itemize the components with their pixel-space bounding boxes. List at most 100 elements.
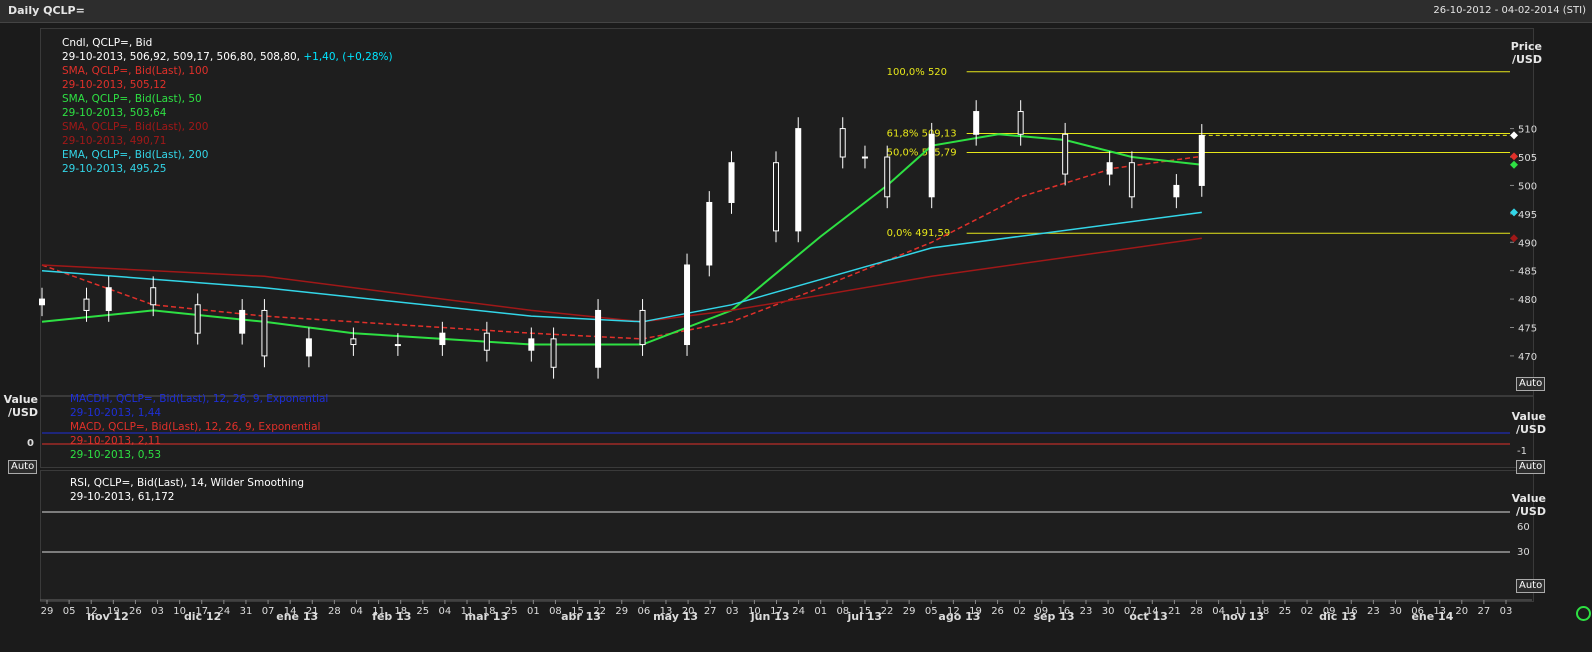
x-month-label: ene 13 [276,610,318,623]
macd-legend-line-4: 29-10-2013, 0,53 [70,448,328,462]
rsi-tick-30: 30 [1517,547,1530,558]
x-tick-label: 28 [1190,606,1203,617]
candle-body [728,162,735,203]
x-month-label: ago 13 [938,610,980,623]
price-legend-line-2: SMA, QCLP=, Bid(Last), 100 [62,64,393,78]
price-legend: Cndl, QCLP=, Bid 29-10-2013, 506,92, 509,… [62,36,393,176]
candle-body [483,332,490,351]
macd-right-auto-button[interactable]: Auto [1516,460,1546,474]
x-tick-label: 26 [129,606,142,617]
candle-body [39,298,45,306]
x-tick-label: 30 [1389,606,1402,617]
macd-right-axis-title-line1: Value [1511,410,1546,423]
macd-right-axis-title-line2: /USD [1515,423,1546,436]
price-legend-line-8: EMA, QCLP=, Bid(Last), 200 [62,148,393,162]
x-tick-label: 27 [1478,606,1491,617]
price-legend-line-7: 29-10-2013, 490,71 [62,134,393,148]
price-ytick-label: 500 [1518,181,1537,192]
candle-body [439,332,446,346]
rsi-legend-text-1: 29-10-2013, 61,172 [70,491,175,503]
x-tick-label: 25 [416,606,429,617]
candle-body [83,298,90,311]
price-ytick-label: 470 [1518,352,1537,363]
x-month-label: dic 13 [1319,610,1356,623]
price-legend-text-6: SMA, QCLP=, Bid(Last), 200 [62,121,209,133]
macd-legend: MACDH, QCLP=, Bid(Last), 12, 26, 9, Expo… [70,392,328,462]
status-circle-icon[interactable] [1576,606,1591,621]
candle-body [305,338,312,357]
price-axis-marker [1510,131,1518,140]
rsi-legend-line-0: RSI, QCLP=, Bid(Last), 14, Wilder Smooth… [70,476,304,490]
candle-body [773,162,779,232]
x-month-label: abr 13 [561,610,601,623]
x-tick-label: 02 [1301,606,1314,617]
candle-body [394,344,401,347]
x-month-label: sep 13 [1033,610,1074,623]
price-legend-text-7: 29-10-2013, 490,71 [62,135,167,147]
rsi-axis-title-line2: /USD [1515,505,1546,518]
rsi-tick-60: 60 [1517,522,1530,533]
macd-left-axis-title: Value /USD [2,393,38,419]
x-tick-label: 03 [151,606,164,617]
x-tick-label: 05 [925,606,938,617]
price-legend-text-5: 29-10-2013, 503,64 [62,107,167,119]
x-tick-label: 02 [1013,606,1026,617]
candle-body [550,338,557,368]
x-month-label: jun 13 [750,610,790,623]
price-ytick-label: 490 [1518,238,1537,249]
price-axis-marker [1510,208,1518,217]
price-ytick-label: 485 [1518,267,1537,278]
candle-body [973,111,980,135]
price-axis-title-line2: /USD [1511,53,1542,66]
ma-series-line [41,211,1202,323]
rsi-auto-button[interactable]: Auto [1516,579,1546,593]
candle-body [928,133,935,198]
price-legend-line-4: SMA, QCLP=, Bid(Last), 50 [62,92,393,106]
macd-left-axis-title-line2: /USD [7,406,38,419]
price-auto-button[interactable]: Auto [1516,377,1546,391]
price-axis-marker [1510,234,1518,243]
ma-series-line [41,237,1202,323]
fib-label: 50,0% 505,79 [887,148,957,159]
x-tick-label: 03 [1500,606,1513,617]
candle-body [1106,162,1113,175]
candle-body [839,128,846,158]
x-tick-label: 28 [328,606,341,617]
price-axis-title: Price /USD [1500,40,1542,66]
x-tick-label: 26 [991,606,1004,617]
x-month-label: oct 13 [1129,610,1167,623]
x-tick-label: 23 [1080,606,1093,617]
x-tick-label: 08 [549,606,562,617]
x-tick-label: 23 [1367,606,1380,617]
price-legend-text-1: 29-10-2013, 506,92, 509,17, 506,80, 508,… [62,51,301,63]
x-tick-label: 31 [240,606,253,617]
price-axis-marker [1510,160,1518,169]
candle-body [105,287,112,311]
price-legend-line-6: SMA, QCLP=, Bid(Last), 200 [62,120,393,134]
price-ytick-label: 480 [1518,295,1537,306]
x-tick-label: 04 [439,606,452,617]
x-tick-label: 01 [814,606,827,617]
macd-right-axis-title: Value /USD [1500,410,1546,436]
candle-body [1017,111,1024,135]
x-tick-label: 06 [637,606,650,617]
x-tick-label: 07 [262,606,275,617]
candle-body [194,304,201,334]
fib-label: 100,0% 520 [887,67,947,78]
x-tick-label: 24 [792,606,805,617]
x-tick-label: 20 [1455,606,1468,617]
macd-legend-line-1: 29-10-2013, 1,44 [70,406,328,420]
x-tick-label: 29 [903,606,916,617]
price-legend-text-9: 29-10-2013, 495,25 [62,163,167,175]
candle-body [884,156,891,198]
price-legend-text-0: Cndl, QCLP=, Bid [62,37,153,49]
price-legend-text-4: SMA, QCLP=, Bid(Last), 50 [62,93,202,105]
macd-legend-text-2: MACD, QCLP=, Bid(Last), 12, 26, 9, Expon… [70,421,321,433]
candle-body [684,264,691,346]
x-month-label: ene 14 [1411,610,1453,623]
x-month-label: mar 13 [465,610,508,623]
candle-body [239,309,246,334]
rsi-axis-title: Value /USD [1500,492,1546,518]
x-month-label: nov 12 [87,610,129,623]
macd-left-auto-button[interactable]: Auto [8,460,38,474]
